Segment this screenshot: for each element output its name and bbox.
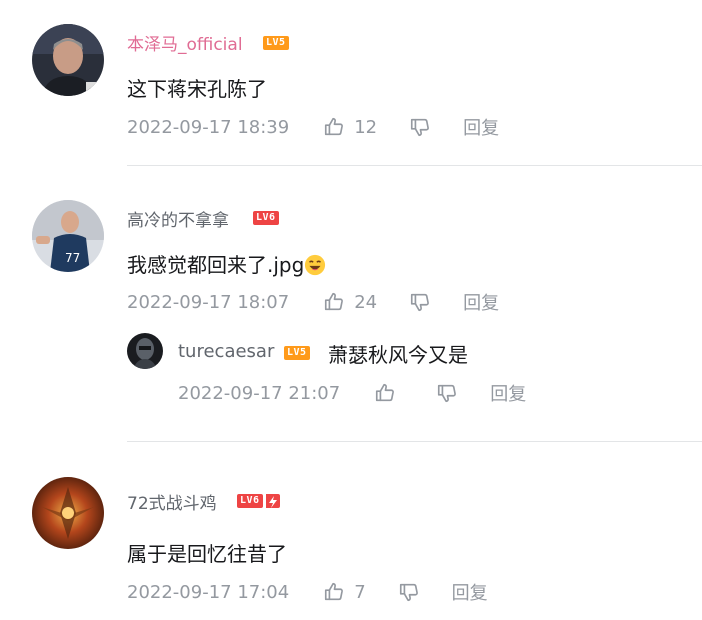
thumbs-down-icon [438,384,457,403]
sub-reply-avatar[interactable] [127,333,163,369]
comment-time: 2022-09-17 21:07 [178,382,341,404]
reply-button[interactable]: 回复 [490,380,526,406]
comment-text: 我感觉都回来了.jpg [127,249,326,278]
sub-reply-username[interactable]: turecaesar [178,341,274,362]
avatar[interactable] [32,477,104,549]
reply-button[interactable]: 回复 [463,114,499,140]
reply-button[interactable]: 回复 [452,579,488,605]
dislike-button[interactable] [398,581,420,603]
avatar-image: 77 [32,200,104,272]
divider [127,165,702,166]
sub-reply-text: 萧瑟秋风今又是 [328,343,468,367]
username[interactable]: 本泽马_official [127,30,243,55]
reply-button[interactable]: 回复 [463,289,499,315]
thumbs-up-icon [376,383,395,402]
comment-time: 2022-09-17 18:07 [127,291,290,313]
username[interactable]: 高冷的不拿拿 [127,206,229,231]
level-badge: LV6 [253,211,279,225]
avatar[interactable] [32,24,104,96]
comment-time: 2022-09-17 17:04 [127,581,290,603]
like-count: 24 [354,291,378,313]
username[interactable]: 72式战斗鸡 [127,489,217,514]
like-count: 7 [354,581,366,603]
thumbs-up-icon [325,117,344,136]
svg-text:77: 77 [65,251,80,265]
comment-text: 这下蒋宋孔陈了 [127,77,267,101]
avatar[interactable]: 77 [32,200,104,272]
lightning-icon [266,494,280,508]
thumbs-down-icon [399,583,418,602]
thumbs-down-icon [411,293,430,312]
like-button[interactable]: 12 [323,116,377,138]
like-button[interactable] [374,382,396,404]
level-badge: LV6 [237,494,263,508]
like-button[interactable]: 7 [323,581,366,603]
like-count: 12 [354,116,378,138]
comment-text-body: 我感觉都回来了.jpg [127,253,305,277]
avatar-image [32,477,104,549]
dislike-button[interactable] [409,291,431,313]
comment-time: 2022-09-17 18:39 [127,116,290,138]
thumbs-down-icon [411,118,430,137]
dislike-button[interactable] [436,382,458,404]
comment-text: 属于是回忆往昔了 [127,542,287,566]
divider [127,441,702,442]
comment-meta: 2022-09-17 18:39 12 回复 [127,114,499,140]
like-button[interactable]: 24 [323,291,377,313]
avatar-image [127,333,163,369]
comment-meta: 2022-09-17 18:07 24 回复 [127,289,499,315]
comment-meta: 2022-09-17 17:04 7 回复 [127,579,488,605]
level-badge: LV5 [284,346,310,360]
thumbs-up-icon [325,292,344,311]
laughing-emoji-icon [305,254,326,276]
dislike-button[interactable] [409,116,431,138]
level-badge: LV5 [263,36,289,50]
avatar-image [32,24,104,96]
sub-reply-meta: 2022-09-17 21:07 回复 [178,380,526,406]
thumbs-up-icon [325,582,344,601]
